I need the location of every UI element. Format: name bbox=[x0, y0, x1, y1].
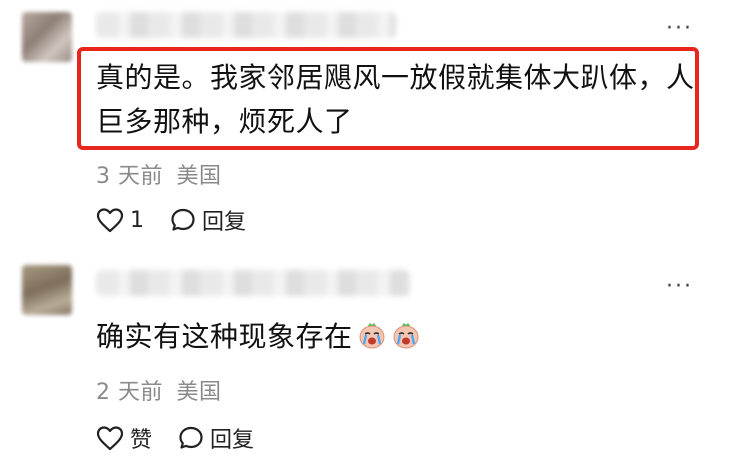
comment-location: 美国 bbox=[176, 380, 222, 405]
like-label: 赞 bbox=[130, 428, 153, 453]
crying-face-emoji bbox=[393, 323, 419, 349]
reply-label: 回复 bbox=[210, 428, 255, 453]
comment-item: ··· 确实有这种现象存在 2 天前 美国 赞 回复 bbox=[0, 0, 729, 473]
heart-icon bbox=[96, 426, 124, 451]
username-blurred[interactable] bbox=[96, 270, 410, 296]
avatar[interactable] bbox=[22, 265, 72, 315]
crying-face-emoji bbox=[359, 323, 385, 349]
more-options-icon[interactable]: ··· bbox=[666, 276, 693, 298]
comment-text-line: 确实有这种现象存在 bbox=[96, 320, 353, 353]
reply-button[interactable]: 回复 bbox=[178, 422, 254, 454]
like-button[interactable]: 赞 bbox=[96, 422, 152, 454]
comment-text: 确实有这种现象存在 bbox=[96, 315, 421, 359]
speech-bubble-icon bbox=[179, 426, 203, 449]
comment-actions: 赞 回复 bbox=[96, 422, 254, 454]
comment-meta: 2 天前 美国 bbox=[96, 374, 222, 406]
comment-time: 2 天前 bbox=[96, 380, 163, 405]
